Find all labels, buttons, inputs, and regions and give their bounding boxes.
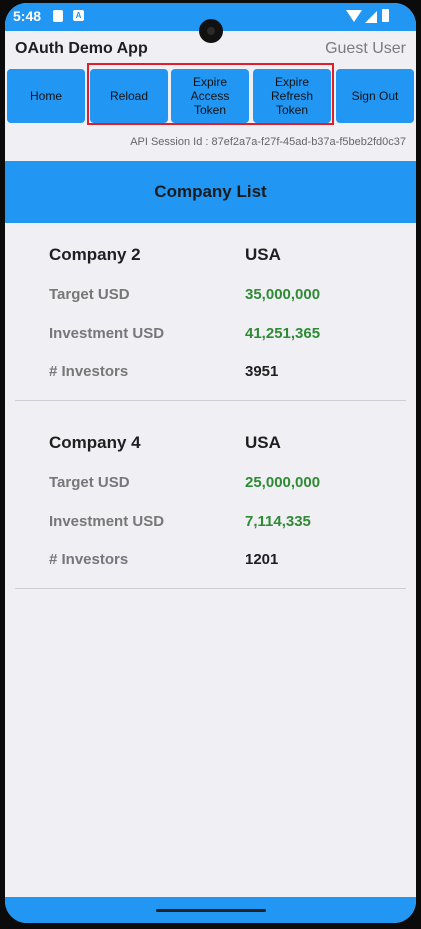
target-row: Target USD 35,000,000 bbox=[49, 286, 416, 306]
status-time: 5:48 bbox=[13, 8, 42, 24]
navigation-bar bbox=[5, 897, 416, 923]
sign-out-button[interactable]: Sign Out bbox=[336, 69, 414, 123]
target-label: Target USD bbox=[49, 286, 130, 303]
device-screen: 5:48 A OAuth Demo App Guest User Home Re… bbox=[5, 3, 416, 923]
divider bbox=[15, 588, 406, 589]
battery-icon bbox=[382, 9, 389, 22]
investors-value: 1201 bbox=[245, 551, 279, 568]
company-name: Company 2 bbox=[49, 245, 141, 264]
signal-icon bbox=[365, 11, 377, 23]
investment-label: Investment USD bbox=[49, 513, 165, 530]
home-indicator[interactable] bbox=[156, 909, 266, 912]
investors-label: # Investors bbox=[49, 551, 129, 568]
user-name[interactable]: Guest User bbox=[325, 40, 406, 58]
investors-row: # Investors 1201 bbox=[49, 551, 416, 571]
target-value: 35,000,000 bbox=[245, 286, 321, 303]
target-row: Target USD 25,000,000 bbox=[49, 474, 416, 494]
expire-access-token-button[interactable]: Expire Access Token bbox=[171, 69, 249, 123]
target-label: Target USD bbox=[49, 474, 130, 491]
investment-row: Investment USD 41,251,365 bbox=[49, 325, 416, 345]
company-country: USA bbox=[245, 433, 281, 452]
sim-icon bbox=[53, 10, 63, 22]
expire-refresh-token-button[interactable]: Expire Refresh Token bbox=[253, 69, 331, 123]
company-list-header: Company List bbox=[5, 161, 416, 223]
investors-row: # Investors 3951 bbox=[49, 363, 416, 383]
investment-row: Investment USD 7,114,335 bbox=[49, 513, 416, 533]
reload-button[interactable]: Reload bbox=[90, 69, 168, 123]
investment-value: 7,114,335 bbox=[245, 513, 311, 530]
wifi-icon bbox=[346, 10, 362, 22]
investment-label: Investment USD bbox=[49, 325, 165, 342]
company-name: Company 4 bbox=[49, 433, 141, 452]
home-button[interactable]: Home bbox=[7, 69, 85, 123]
camera-cutout bbox=[199, 19, 223, 43]
divider bbox=[15, 400, 406, 401]
company-country: USA bbox=[245, 245, 281, 264]
company-name-row: Company 4 USA bbox=[49, 433, 416, 453]
app-title: OAuth Demo App bbox=[15, 40, 148, 57]
investors-label: # Investors bbox=[49, 363, 129, 380]
company-name-row: Company 2 USA bbox=[49, 245, 416, 265]
target-value: 25,000,000 bbox=[245, 474, 321, 491]
investors-value: 3951 bbox=[245, 363, 279, 380]
api-session-id: API Session Id : 87ef2a7a-f27f-45ad-b37a… bbox=[130, 136, 406, 148]
a-icon: A bbox=[73, 10, 84, 21]
investment-value: 41,251,365 bbox=[245, 325, 321, 342]
